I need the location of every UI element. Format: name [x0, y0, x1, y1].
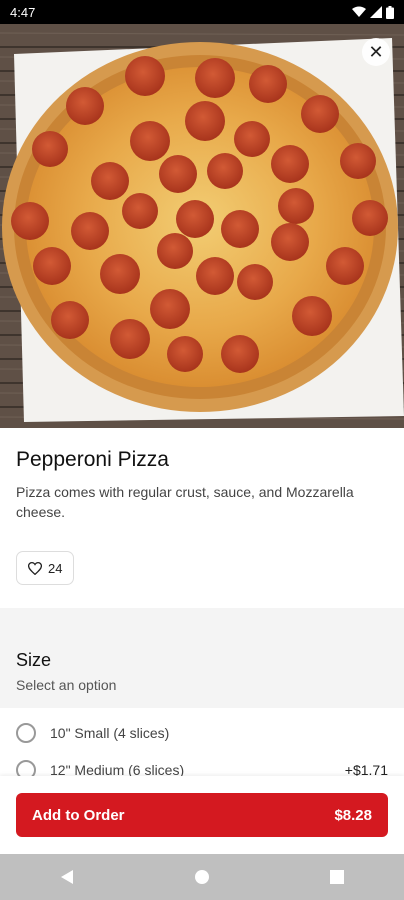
wifi-icon — [352, 6, 366, 17]
item-info: Pepperoni Pizza Pizza comes with regular… — [16, 448, 388, 522]
item-description: Pizza comes with regular crust, sauce, a… — [16, 484, 354, 520]
home-icon — [194, 870, 209, 884]
back-icon — [61, 870, 74, 884]
add-to-order-button[interactable]: Add to Order $8.28 — [16, 793, 388, 837]
pizza-image — [0, 24, 404, 428]
pizza-illustration — [0, 24, 404, 428]
order-total: $8.28 — [334, 806, 372, 824]
radio-button-small[interactable] — [16, 723, 36, 743]
heart-icon — [28, 561, 42, 575]
size-subtitle: Select an option — [16, 677, 117, 693]
back-button[interactable] — [47, 857, 87, 897]
close-icon: ✕ — [368, 42, 384, 62]
system-nav-bar — [0, 854, 404, 900]
status-time: 4:47 — [10, 4, 36, 20]
add-to-order-label: Add to Order — [32, 806, 125, 824]
status-icons — [352, 5, 394, 19]
battery-icon — [386, 5, 394, 19]
close-button[interactable]: ✕ — [362, 38, 390, 66]
signal-icon — [370, 6, 382, 18]
size-title: Size — [16, 650, 52, 670]
like-button[interactable]: 24 — [16, 551, 75, 585]
home-button[interactable] — [182, 857, 222, 897]
order-bar: Add to Order $8.28 — [0, 776, 404, 854]
size-option-label: 10" Small (4 slices) — [50, 725, 170, 741]
item-title: Pepperoni Pizza — [16, 448, 169, 471]
like-count: 24 — [48, 560, 63, 576]
recents-icon — [329, 870, 344, 884]
size-section: Size Select an option — [16, 650, 116, 693]
status-bar: 4:47 — [0, 0, 404, 24]
recents-button[interactable] — [317, 857, 357, 897]
size-option-small[interactable]: 10" Small (4 slices) — [16, 721, 388, 745]
